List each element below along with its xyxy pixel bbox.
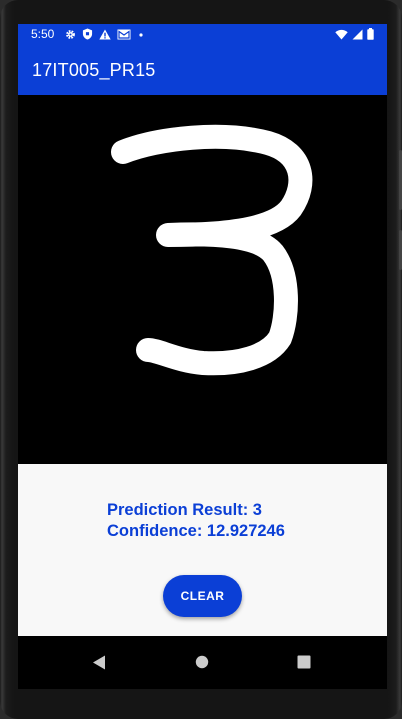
home-icon: [195, 655, 209, 669]
back-button[interactable]: [88, 651, 110, 673]
status-icons-right: [335, 28, 374, 40]
battery-icon: [367, 28, 374, 40]
screen: 5:50 17IT005_PR15 Prediction Result: 3 C…: [18, 24, 387, 689]
gear-icon: [66, 29, 75, 39]
device-frame: 5:50 17IT005_PR15 Prediction Result: 3 C…: [0, 0, 402, 719]
confidence-value: Confidence: 12.927246: [107, 522, 285, 540]
home-button[interactable]: [191, 651, 213, 673]
navigation-bar: [18, 636, 387, 689]
warning-icon: [99, 29, 111, 39]
dot-icon: [139, 32, 143, 37]
status-time: 5:50: [31, 27, 55, 41]
recents-button[interactable]: [293, 651, 315, 673]
signal-icon: [352, 29, 363, 39]
prediction-result: Prediction Result: 3: [107, 501, 262, 519]
app-bar: 17IT005_PR15: [18, 46, 387, 95]
drawing-canvas[interactable]: [18, 95, 387, 464]
status-icons-left: [65, 28, 145, 40]
status-bar: 5:50: [18, 24, 387, 46]
result-panel: Prediction Result: 3 Confidence: 12.9272…: [18, 464, 387, 636]
shield-icon: [82, 28, 93, 40]
recents-icon: [297, 655, 311, 669]
app-title: 17IT005_PR15: [32, 60, 156, 80]
wifi-icon: [335, 29, 348, 39]
mail-icon: [117, 29, 131, 39]
digit-stroke: [111, 124, 313, 376]
back-icon: [93, 655, 105, 669]
clear-button[interactable]: CLEAR: [163, 575, 242, 617]
